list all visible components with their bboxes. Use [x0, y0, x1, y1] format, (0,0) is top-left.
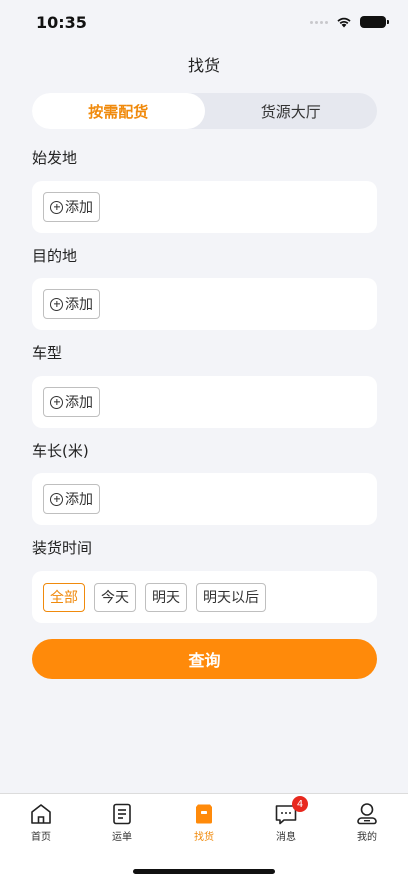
- segment-control: 按需配货 货源大厅: [32, 93, 377, 129]
- home-icon: [31, 804, 51, 824]
- origin-card: 添加: [32, 181, 377, 233]
- vehicle-length-card: 添加: [32, 473, 377, 525]
- add-vehicle-length-button[interactable]: 添加: [43, 484, 100, 514]
- tab-find-cargo[interactable]: 找货: [174, 802, 234, 843]
- tab-waybill[interactable]: 运单: [92, 802, 152, 843]
- vehicle-type-label: 车型: [32, 344, 63, 362]
- tab-profile-label: 我的: [357, 832, 377, 843]
- load-time-option-today[interactable]: 今天: [94, 582, 136, 612]
- tab-home[interactable]: 首页: [11, 802, 71, 843]
- tab-on-demand[interactable]: 按需配货: [32, 93, 205, 129]
- plus-circle-icon: [50, 395, 63, 409]
- home-indicator: [133, 869, 275, 874]
- tab-waybill-label: 运单: [112, 832, 132, 843]
- tab-messages[interactable]: 4 消息: [256, 796, 316, 843]
- origin-label: 始发地: [32, 149, 78, 167]
- add-origin-label: 添加: [65, 200, 93, 216]
- battery-icon: [360, 16, 389, 28]
- add-vehicle-length-label: 添加: [65, 492, 93, 508]
- add-vehicle-type-label: 添加: [65, 395, 93, 411]
- add-destination-label: 添加: [65, 297, 93, 313]
- destination-label: 目的地: [32, 247, 78, 265]
- tab-home-label: 首页: [31, 832, 51, 843]
- status-time: 10:35: [36, 12, 87, 32]
- add-destination-button[interactable]: 添加: [43, 289, 100, 319]
- profile-icon: [357, 803, 377, 825]
- tab-messages-label: 消息: [276, 832, 296, 843]
- vehicle-length-label: 车长(米): [32, 442, 89, 460]
- message-icon-wrap: 4: [274, 796, 308, 826]
- load-time-card: 全部 今天 明天 明天以后: [32, 571, 377, 623]
- vehicle-type-card: 添加: [32, 376, 377, 428]
- add-origin-button[interactable]: 添加: [43, 192, 100, 222]
- query-button[interactable]: 查询: [32, 639, 377, 679]
- plus-circle-icon: [50, 297, 63, 311]
- destination-card: 添加: [32, 278, 377, 330]
- status-icons: [310, 16, 389, 28]
- message-badge: 4: [292, 796, 308, 812]
- load-time-option-after-tomorrow[interactable]: 明天以后: [196, 582, 266, 612]
- page-title: 找货: [187, 56, 220, 75]
- tab-cargo-hall[interactable]: 货源大厅: [205, 93, 378, 129]
- waybill-icon: [113, 803, 131, 825]
- add-vehicle-type-button[interactable]: 添加: [43, 387, 100, 417]
- tab-find-cargo-label: 找货: [194, 832, 214, 843]
- tab-profile[interactable]: 我的: [337, 802, 397, 843]
- load-time-option-tomorrow[interactable]: 明天: [145, 582, 187, 612]
- load-time-option-all[interactable]: 全部: [43, 582, 85, 612]
- wifi-icon: [337, 17, 351, 28]
- status-bar: 10:35: [0, 0, 408, 44]
- plus-circle-icon: [50, 200, 63, 214]
- plus-circle-icon: [50, 492, 63, 506]
- signal-icon: [310, 20, 328, 24]
- load-time-label: 装货时间: [32, 539, 93, 557]
- box-icon: [196, 804, 212, 824]
